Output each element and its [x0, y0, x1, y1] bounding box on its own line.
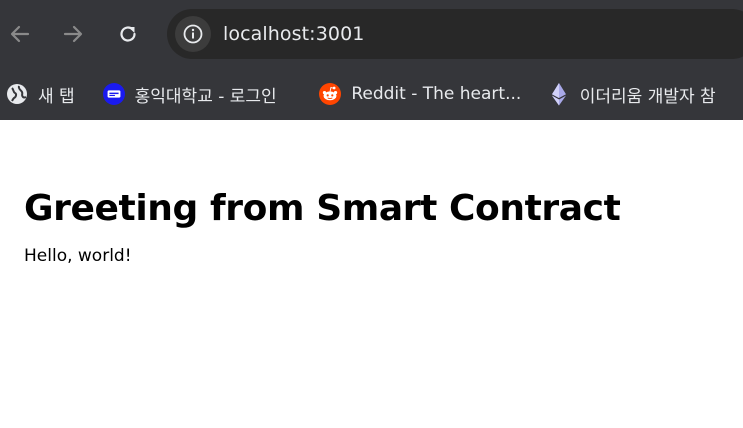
reddit-icon	[319, 83, 342, 105]
arrow-left-icon	[10, 25, 30, 43]
hongik-icon	[102, 83, 125, 105]
forward-button[interactable]	[57, 18, 89, 50]
bookmark-ethereum[interactable]: 이더리움 개발자 참	[548, 78, 743, 110]
bookmark-new-tab[interactable]: 새 탭	[6, 78, 103, 110]
page-title: Greeting from Smart Contract	[24, 188, 621, 229]
bookmark-label: 이더리움 개발자 참	[579, 86, 716, 107]
bookmark-label: 새 탭	[38, 86, 75, 107]
bookmark-reddit[interactable]: Reddit - The heart...	[319, 78, 547, 110]
bookmarks-bar: 새 탭 홍익대학교 - 로그인 Reddit - The heart... 이더…	[0, 68, 743, 120]
reload-icon	[120, 26, 136, 42]
globe-icon	[6, 83, 28, 105]
site-info-button[interactable]	[175, 16, 211, 52]
greeting-message: Hello, world!	[24, 246, 132, 266]
arrow-right-icon	[63, 25, 83, 43]
url-text[interactable]: localhost:3001	[223, 23, 364, 45]
reload-button[interactable]	[112, 18, 144, 50]
page-content: Greeting from Smart Contract Hello, worl…	[0, 188, 743, 266]
back-button[interactable]	[4, 18, 36, 50]
ethereum-icon	[548, 83, 570, 106]
bookmark-label: Reddit - The heart...	[351, 84, 522, 104]
browser-toolbar: localhost:3001	[0, 0, 743, 68]
browser-chrome: localhost:3001 새 탭 홍익대학교 - 로그인 Reddit - …	[0, 0, 743, 120]
info-icon	[183, 24, 203, 44]
bookmark-label: 홍익대학교 - 로그인	[134, 86, 277, 107]
bookmark-hongik[interactable]: 홍익대학교 - 로그인	[102, 78, 320, 110]
address-bar[interactable]: localhost:3001	[167, 9, 743, 59]
